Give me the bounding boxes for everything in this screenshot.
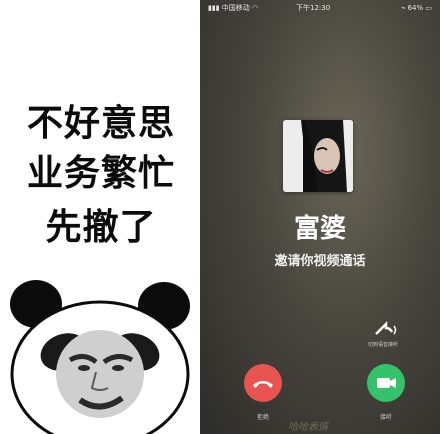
switch-to-voice-label: 切到语音接听 <box>367 342 398 348</box>
call-subtitle: 邀请你视频通话 <box>274 254 366 269</box>
caller-photo <box>283 120 353 192</box>
hang-up-phone-icon <box>253 381 273 388</box>
carrier-name: 中国移动 <box>221 4 250 12</box>
signal-icon: ▮▮▮ <box>208 4 220 12</box>
battery-percent: 64% <box>407 4 424 12</box>
panda-meme-image <box>10 280 190 434</box>
switch-to-voice-icon <box>375 320 394 335</box>
caption-line-3: 先撤了 <box>45 207 157 248</box>
caller-name: 富婆 <box>293 214 346 244</box>
decline-label: 拒绝 <box>256 414 269 421</box>
caption-line-2: 业务繁忙 <box>26 153 175 194</box>
video-camera-icon <box>377 378 396 388</box>
incoming-video-call-screen: ▮▮▮ 中国移动 ◠ 下午12:30 ⌁ 64% ▭ 富婆 邀请你视频通话 切到… <box>200 0 440 434</box>
caption-line-1: 不好意思 <box>26 103 175 144</box>
caller-avatar <box>283 120 353 192</box>
meme-panel: 不好意思 业务繁忙 先撤了 <box>0 0 200 434</box>
status-time: 下午12:30 <box>296 4 331 12</box>
decline-button[interactable] <box>244 364 282 402</box>
accept-label: 接听 <box>379 414 392 421</box>
battery-status: ⌁ 64% ▭ <box>401 0 432 16</box>
battery-icon: ▭ <box>425 4 432 12</box>
status-bar: ▮▮▮ 中国移动 ◠ 下午12:30 ⌁ 64% ▭ <box>200 0 440 16</box>
wifi-icon: ◠ <box>252 4 259 12</box>
accept-video-button[interactable] <box>367 364 405 402</box>
bluetooth-icon: ⌁ <box>401 4 406 12</box>
watermark: 哈哈表情 <box>288 422 328 433</box>
carrier-signal: ▮▮▮ 中国移动 ◠ <box>208 0 258 16</box>
